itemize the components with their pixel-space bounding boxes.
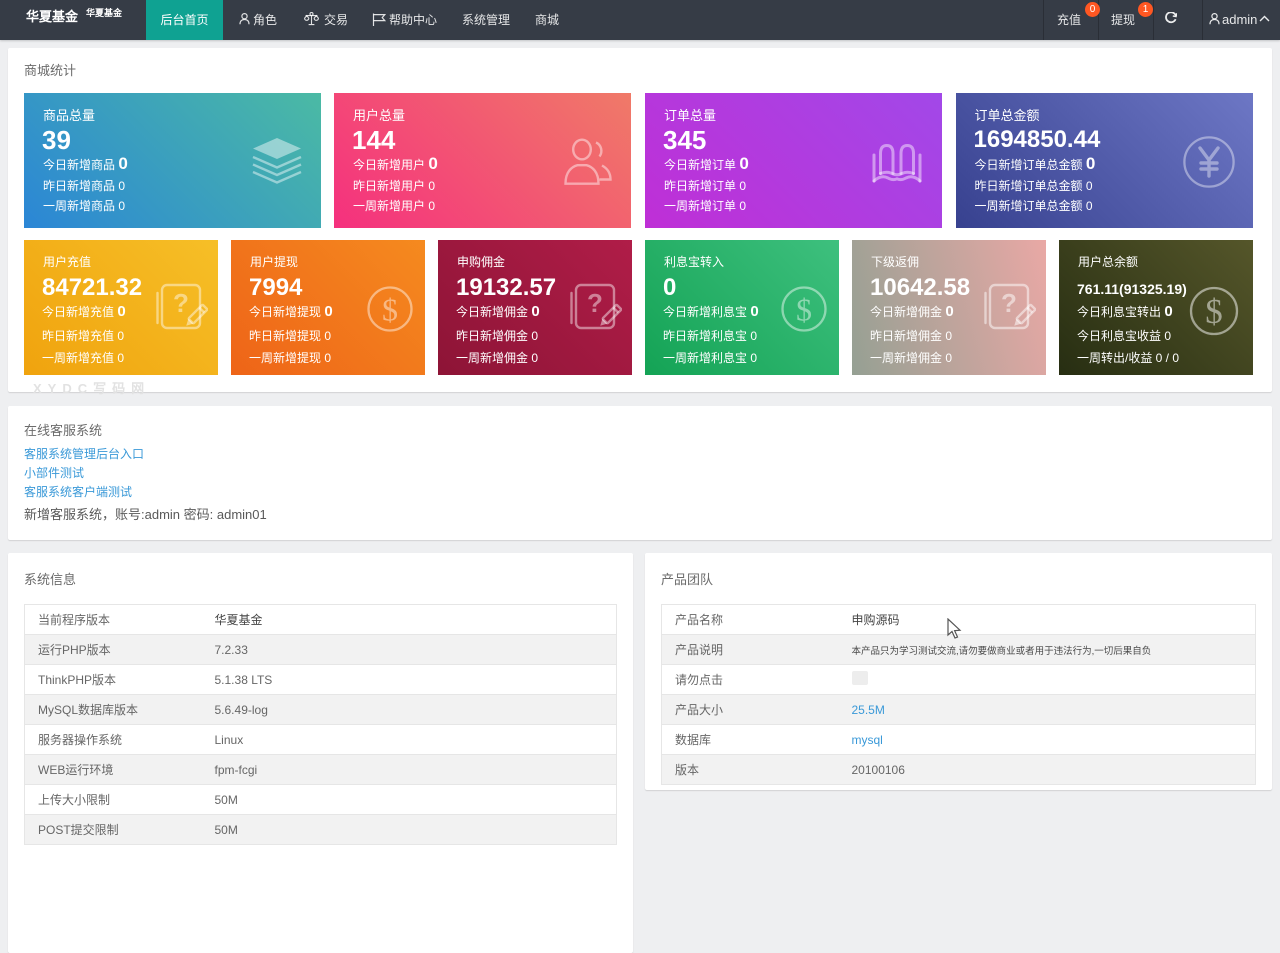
svg-text:$: $ bbox=[1205, 292, 1223, 331]
svg-text:?: ? bbox=[173, 288, 189, 318]
svg-text:?: ? bbox=[587, 288, 603, 318]
svg-text:$: $ bbox=[382, 292, 398, 328]
svg-text:?: ? bbox=[1001, 288, 1017, 318]
svg-text:$: $ bbox=[796, 292, 812, 328]
